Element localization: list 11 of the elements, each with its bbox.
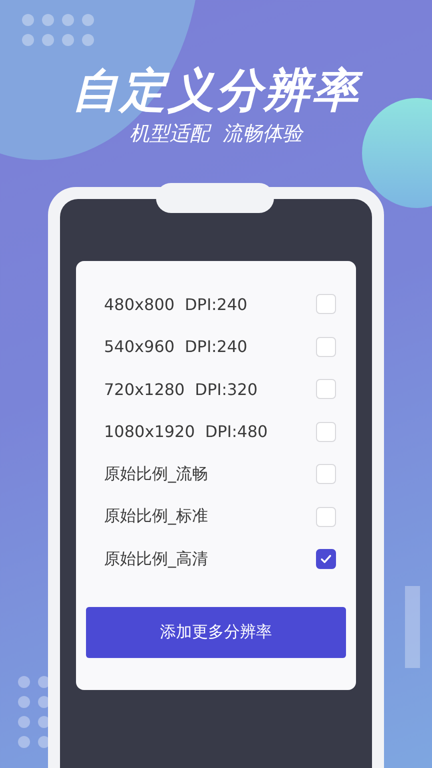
resolution-option[interactable]: 原始比例_高清 [104,548,208,570]
resolution-option[interactable]: 480x800 DPI:240 [104,294,248,314]
resolution-option[interactable]: 1080x1920 DPI:480 [104,422,268,442]
resolution-option[interactable]: 原始比例_流畅 [104,464,208,485]
add-resolution-button[interactable]: 添加更多分辨率 [86,606,346,658]
checkbox[interactable] [316,549,336,570]
dot-grid-drawing [22,14,94,46]
resolution-option[interactable]: 540x960 DPI:240 [104,337,248,356]
subtitle: 机型适配 流畅体验 [130,120,302,147]
resolution-option[interactable]: 原始比例_标准 [104,506,208,528]
resolution-option[interactable]: 720x1280 DPI:320 [104,380,258,399]
